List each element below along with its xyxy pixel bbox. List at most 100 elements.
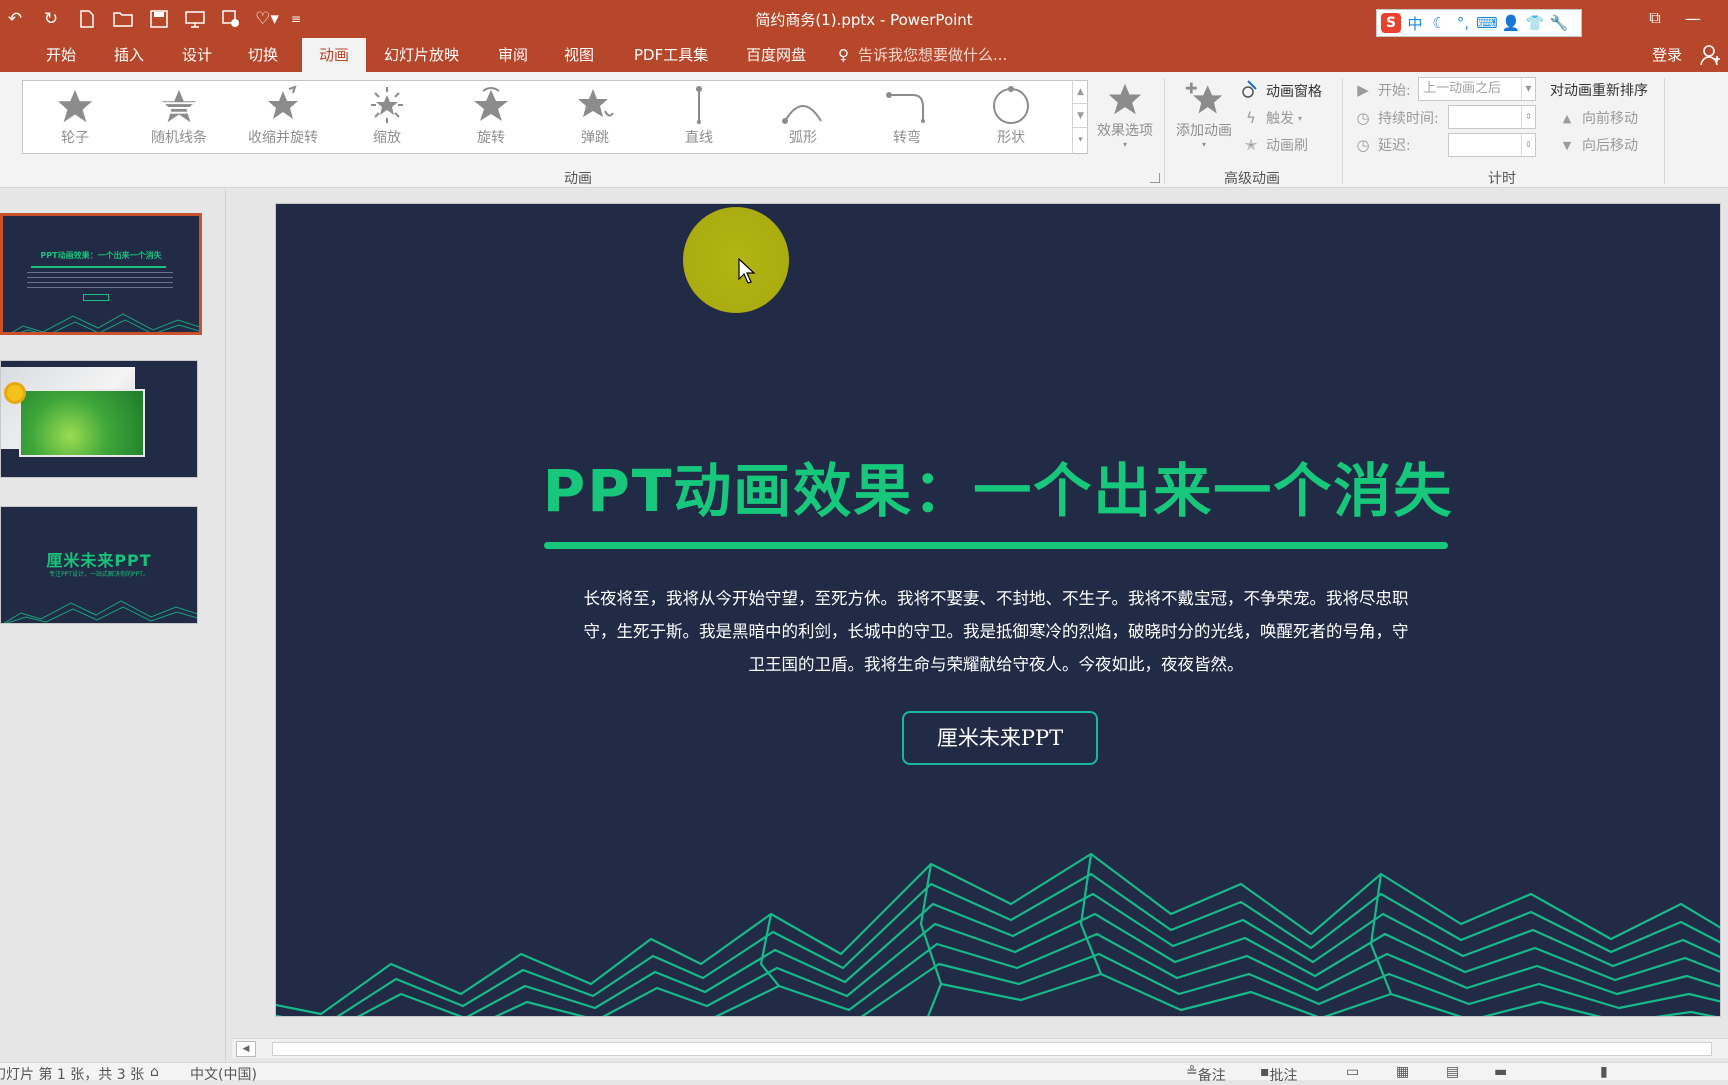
move-earlier-button[interactable]: ▲ 向前移动 — [1556, 108, 1638, 128]
move-later-button[interactable]: ▼ 向后移动 — [1556, 135, 1638, 155]
animation-dialog-launcher-icon[interactable] — [1150, 173, 1160, 183]
tab-transitions[interactable]: 切换 — [236, 38, 290, 72]
touch-mode-icon[interactable] — [216, 6, 246, 32]
anim-line-path[interactable]: 直线 — [647, 81, 751, 153]
slide-thumbnail-2[interactable] — [0, 360, 198, 478]
gallery-scroll[interactable]: ▲ ▼ ▾ — [1072, 80, 1088, 154]
spinner-icon[interactable]: ⇕ — [1521, 134, 1535, 156]
undo-icon[interactable]: ↶ — [0, 6, 30, 32]
tab-review[interactable]: 审阅 — [486, 38, 540, 72]
spellcheck-icon[interactable]: ⌂ — [150, 1064, 159, 1080]
trigger-button[interactable]: ϟ 触发 ▾ — [1240, 108, 1302, 128]
delay-input[interactable]: ⇕ — [1448, 133, 1536, 157]
skin-icon[interactable]: 👕 — [1525, 13, 1545, 33]
login-link[interactable]: 登录 — [1652, 38, 1682, 72]
ime-chinese-mode[interactable]: 中 — [1405, 13, 1425, 33]
anim-label: 弧形 — [789, 130, 817, 146]
notes-button[interactable]: ≗ 备注 — [1186, 1064, 1226, 1084]
new-file-icon[interactable] — [72, 6, 102, 32]
anim-label: 缩放 — [373, 130, 401, 146]
tab-baidu-netdisk[interactable]: 百度网盘 — [734, 38, 818, 72]
present-icon[interactable] — [180, 6, 210, 32]
effect-options-button[interactable]: 效果选项 ▾ — [1092, 78, 1158, 149]
share-user-icon[interactable] — [1700, 44, 1724, 66]
normal-view-icon[interactable]: ▭ — [1346, 1064, 1359, 1080]
tab-animations[interactable]: 动画 — [302, 38, 366, 72]
zoom-slider[interactable]: ▮ — [1600, 1064, 1608, 1080]
body-line: 长夜将至，我将从今开始守望，至死方休。我将不娶妻、不封地、不生子。我将不戴宝冠，… — [583, 589, 1409, 608]
slideshow-view-icon[interactable]: ▬ — [1494, 1064, 1507, 1080]
customize-icon[interactable]: ♡▾ — [252, 6, 282, 32]
keyboard-icon[interactable]: ⌨ — [1476, 13, 1498, 33]
open-folder-icon[interactable] — [108, 6, 138, 32]
shape-path-icon — [993, 86, 1029, 124]
gallery-more-icon[interactable]: ▾ — [1073, 128, 1088, 152]
anim-wheel[interactable]: 轮子 — [23, 81, 127, 153]
ribbon-display-icon[interactable]: ⧉ — [1638, 4, 1672, 32]
anim-swivel[interactable]: 旋转 — [439, 81, 543, 153]
gallery-up-icon[interactable]: ▲ — [1073, 80, 1088, 104]
anim-arc-path[interactable]: 弧形 — [751, 81, 855, 153]
tab-home[interactable]: 开始 — [34, 38, 88, 72]
tab-pdf-tools[interactable]: PDF工具集 — [622, 38, 720, 72]
add-animation-icon — [1185, 82, 1223, 114]
tab-slideshow[interactable]: 幻灯片放映 — [372, 38, 471, 72]
animation-pane-label: 动画窗格 — [1266, 84, 1322, 100]
effect-options-label: 效果选项 — [1097, 123, 1153, 139]
slide-body-text[interactable]: 长夜将至，我将从今开始守望，至死方休。我将不娶妻、不封地、不生子。我将不戴宝冠，… — [544, 582, 1448, 681]
triangle-up-icon: ▲ — [1562, 111, 1572, 125]
chevron-down-icon: ▾ — [1298, 113, 1303, 123]
chevron-down-icon[interactable]: ▼ — [1521, 78, 1535, 100]
moon-icon[interactable]: ☾ — [1429, 13, 1449, 33]
punctuation-icon[interactable]: °, — [1453, 13, 1473, 33]
ime-toolbar[interactable]: S 中 ☾ °, ⌨ 👤 👕 🔧 — [1376, 9, 1582, 37]
gallery-down-icon[interactable]: ▼ — [1073, 104, 1088, 128]
more-commands-icon[interactable]: ≡ — [288, 6, 304, 32]
user-icon[interactable]: 👤 — [1501, 13, 1521, 33]
slide-thumbnail-3[interactable]: 厘米未来PPT 专注PPT设计，一站式解决你的PPT。 — [0, 506, 198, 624]
tab-design[interactable]: 设计 — [170, 38, 224, 72]
body-line: 卫王国的卫盾。我将生命与荣耀献给守夜人。今夜如此，夜夜皆然。 — [748, 655, 1244, 674]
comments-button[interactable]: ▪ 批注 — [1260, 1064, 1298, 1084]
slide-thumbnail-1[interactable]: PPT动画效果：一个出来一个消失 — [0, 213, 202, 335]
anim-random-bars[interactable]: 随机线条 — [127, 81, 231, 153]
ribbon-animations: 轮子 随机线条 收缩并旋转 缩放 旋转 弹跳 直线 弧形 转弯 形状 ▲ ▼ ▾… — [0, 72, 1728, 188]
scroll-thumb[interactable] — [272, 1042, 1712, 1056]
chevron-down-icon: ▾ — [1122, 140, 1127, 149]
reading-view-icon[interactable]: ▤ — [1446, 1064, 1459, 1080]
slide-canvas[interactable]: PPT动画效果：一个出来一个消失 长夜将至，我将从今开始守望，至死方休。我将不娶… — [276, 204, 1720, 1016]
file-tab-edge[interactable] — [0, 38, 14, 72]
move-earlier-label: 向前移动 — [1582, 111, 1638, 127]
quick-access-toolbar: ↶ ↻ ♡▾ ≡ — [0, 4, 312, 34]
save-icon[interactable] — [144, 6, 174, 32]
anim-label: 弹跳 — [581, 130, 609, 146]
comments-label: 批注 — [1269, 1068, 1298, 1084]
duration-row: ◷ 持续时间: — [1352, 108, 1438, 128]
anim-bounce[interactable]: 弹跳 — [543, 81, 647, 153]
start-select[interactable]: 上一动画之后 ▼ — [1418, 77, 1536, 101]
horizontal-scrollbar[interactable]: ◀ — [232, 1038, 1728, 1058]
spinner-icon[interactable]: ⇕ — [1521, 106, 1535, 128]
add-animation-button[interactable]: 添加动画 ▾ — [1170, 78, 1238, 149]
tab-insert[interactable]: 插入 — [102, 38, 156, 72]
slide-title[interactable]: PPT动画效果：一个出来一个消失 — [276, 444, 1720, 528]
anim-shrink-turn[interactable]: 收缩并旋转 — [231, 81, 335, 153]
tools-icon[interactable]: 🔧 — [1549, 13, 1569, 33]
slide-brand-button[interactable]: 厘米未来PPT — [902, 711, 1098, 765]
title-underline[interactable] — [544, 542, 1448, 549]
sogou-logo-icon[interactable]: S — [1381, 13, 1401, 33]
anim-shape-path[interactable]: 形状 — [959, 81, 1063, 153]
duration-input[interactable]: ⇕ — [1448, 105, 1536, 129]
anim-label: 形状 — [997, 130, 1025, 146]
scroll-left-icon[interactable]: ◀ — [236, 1041, 256, 1057]
tab-view[interactable]: 视图 — [552, 38, 606, 72]
slide-sorter-icon[interactable]: ▦ — [1396, 1064, 1409, 1080]
redo-icon[interactable]: ↻ — [36, 6, 66, 32]
minimize-icon[interactable]: — — [1676, 4, 1710, 32]
language-indicator[interactable]: 中文(中国) — [190, 1064, 257, 1084]
anim-turn-path[interactable]: 转弯 — [855, 81, 959, 153]
tell-me-search[interactable]: ♀ 告诉我您想要做什么... — [838, 38, 1007, 72]
anim-zoom[interactable]: 缩放 — [335, 81, 439, 153]
animation-pane-button[interactable]: 动画窗格 — [1240, 80, 1322, 102]
animation-painter-button[interactable]: ✭ 动画刷 — [1240, 135, 1308, 155]
